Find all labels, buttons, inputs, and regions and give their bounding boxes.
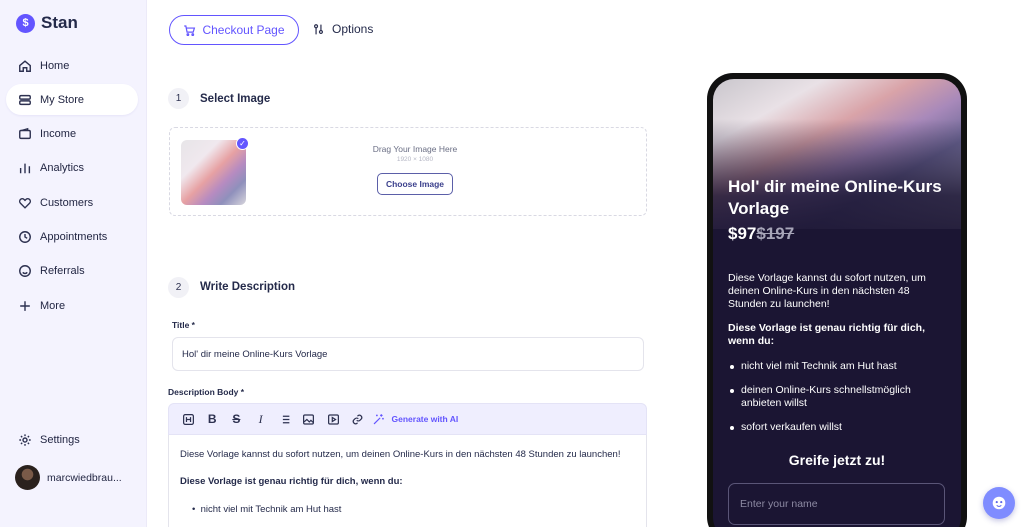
magic-wand-icon: [373, 413, 384, 424]
description-editor[interactable]: Diese Vorlage kannst du sofort nutzen, u…: [168, 435, 647, 527]
sidebar-item-label: Analytics: [40, 162, 85, 175]
chat-bot-icon: [992, 496, 1006, 510]
preview-bold-text: Diese Vorlage ist genau richtig für dich…: [728, 322, 926, 348]
sidebar-item-my-store[interactable]: My Store: [6, 84, 138, 116]
sidebar-item-label: My Store: [40, 93, 85, 106]
editor-bullet-text: nicht viel mit Technik am Hut hast: [200, 503, 342, 515]
stan-logo-icon: $: [16, 13, 35, 33]
plus-icon: [18, 299, 32, 313]
choose-image-button[interactable]: Choose Image: [377, 173, 453, 195]
sidebar-item-home[interactable]: Home: [6, 50, 138, 81]
cart-icon: [184, 24, 196, 36]
sidebar: $ Stan Home My Store Income Analytics Cu…: [0, 0, 147, 527]
size-hint: 1920 × 1080: [396, 156, 434, 163]
list-item: nicht viel mit Technik am Hut hast: [728, 360, 953, 373]
sidebar-item-income[interactable]: Income: [6, 119, 138, 150]
brand-name: Stan: [41, 13, 78, 32]
sidebar-nav: Home My Store Income Analytics Customers…: [6, 50, 138, 324]
smile-icon: [18, 264, 32, 278]
preview-price: $97$197: [728, 224, 794, 244]
sidebar-item-customers[interactable]: Customers: [6, 187, 138, 218]
editor-bold-paragraph: Diese Vorlage ist genau richtig für dich…: [180, 475, 403, 487]
description-label: Description Body *: [168, 387, 245, 397]
title-input[interactable]: Hol' dir meine Online-Kurs Vorlage: [172, 337, 644, 371]
drag-hint: Drag Your Image Here: [372, 144, 458, 154]
section-title: Write Description: [200, 281, 295, 293]
sidebar-item-label: Settings: [40, 433, 80, 446]
sidebar-item-label: Home: [40, 59, 70, 72]
preview-cta-heading: Greife jetzt zu!: [788, 452, 886, 468]
home-icon: [18, 59, 32, 73]
sidebar-item-settings[interactable]: Settings: [6, 424, 138, 455]
bar-chart-icon: [18, 161, 32, 175]
wallet-icon: [18, 127, 32, 141]
step-number: 1: [168, 88, 189, 109]
user-name: marcwiedbrau...: [47, 471, 122, 484]
preview-title: Hol' dir meine Online-Kurs Vorlage: [728, 177, 942, 219]
section-title: Select Image: [200, 93, 271, 105]
step-number: 2: [168, 277, 189, 298]
generate-with-ai-button[interactable]: Generate with AI: [372, 413, 459, 426]
sidebar-item-appointments[interactable]: Appointments: [6, 221, 138, 252]
current-price: $97: [728, 224, 757, 243]
phone-preview-screen: Hol' dir meine Online-Kurs Vorlage $97$1…: [713, 79, 961, 527]
preview-description: Diese Vorlage kannst du sofort nutzen, u…: [728, 272, 926, 311]
list-item: sofort verkaufen willst: [728, 421, 953, 434]
selected-image-thumbnail[interactable]: [181, 140, 246, 205]
sidebar-item-label: Customers: [40, 196, 94, 209]
strikethrough-icon[interactable]: S: [228, 411, 244, 427]
editor-toolbar: B S I Generate with AI: [168, 403, 647, 435]
brand[interactable]: $ Stan: [16, 13, 78, 33]
avatar: [15, 465, 40, 490]
gear-icon: [18, 433, 32, 447]
sidebar-item-label: Income: [40, 128, 77, 141]
italic-icon[interactable]: I: [253, 411, 269, 427]
sidebar-item-referrals[interactable]: Referrals: [6, 256, 138, 287]
store-icon: [18, 93, 32, 107]
sidebar-item-more[interactable]: More: [6, 290, 138, 321]
checkmark-icon: ✓: [236, 137, 249, 150]
tab-options[interactable]: Options: [312, 22, 373, 36]
generate-label: Generate with AI: [391, 414, 459, 424]
video-icon[interactable]: [325, 411, 341, 427]
image-icon[interactable]: [301, 411, 317, 427]
bold-icon[interactable]: B: [204, 411, 220, 427]
sidebar-item-label: Referrals: [40, 265, 85, 278]
sliders-icon: [313, 23, 324, 34]
tab-label: Checkout Page: [202, 23, 285, 37]
tab-label: Options: [332, 22, 374, 36]
bullet-list-icon[interactable]: [277, 411, 293, 427]
editor-bullet: • nicht viel mit Technik am Hut hast: [192, 503, 342, 515]
old-price: $197: [756, 224, 795, 243]
user-profile[interactable]: marcwiedbrau...: [15, 465, 122, 490]
support-chat-button[interactable]: [983, 487, 1015, 519]
list-item: deinen Online-Kurs schnellstmöglich anbi…: [728, 384, 953, 410]
name-input[interactable]: Enter your name: [728, 483, 945, 525]
editor-paragraph: Diese Vorlage kannst du sofort nutzen, u…: [180, 449, 621, 460]
sidebar-settings: Settings: [6, 424, 138, 458]
heading-icon[interactable]: [180, 411, 196, 427]
heart-icon: [18, 196, 32, 210]
tab-checkout-page[interactable]: Checkout Page: [169, 15, 299, 45]
link-icon[interactable]: [349, 411, 365, 427]
clock-icon: [18, 230, 32, 244]
preview-bullet-list: nicht viel mit Technik am Hut hast deine…: [728, 360, 953, 446]
sidebar-item-label: Appointments: [40, 230, 108, 243]
sidebar-item-label: More: [40, 299, 66, 312]
sidebar-item-analytics[interactable]: Analytics: [6, 153, 138, 184]
title-label: Title *: [172, 320, 195, 330]
